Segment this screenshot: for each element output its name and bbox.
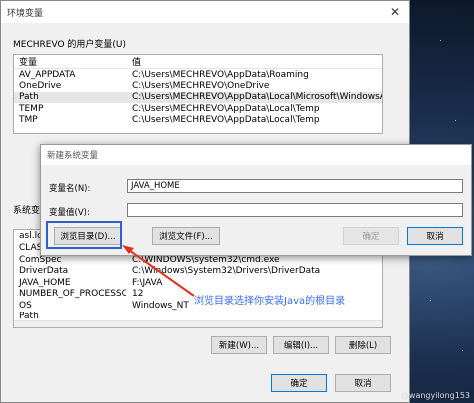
annotation-arrow: [122, 245, 195, 297]
arrow-line: [125, 247, 195, 297]
watermark: @wangyilong153: [400, 391, 470, 400]
annotation-text: 浏览目录选择你安装Java的根目录: [194, 296, 346, 307]
